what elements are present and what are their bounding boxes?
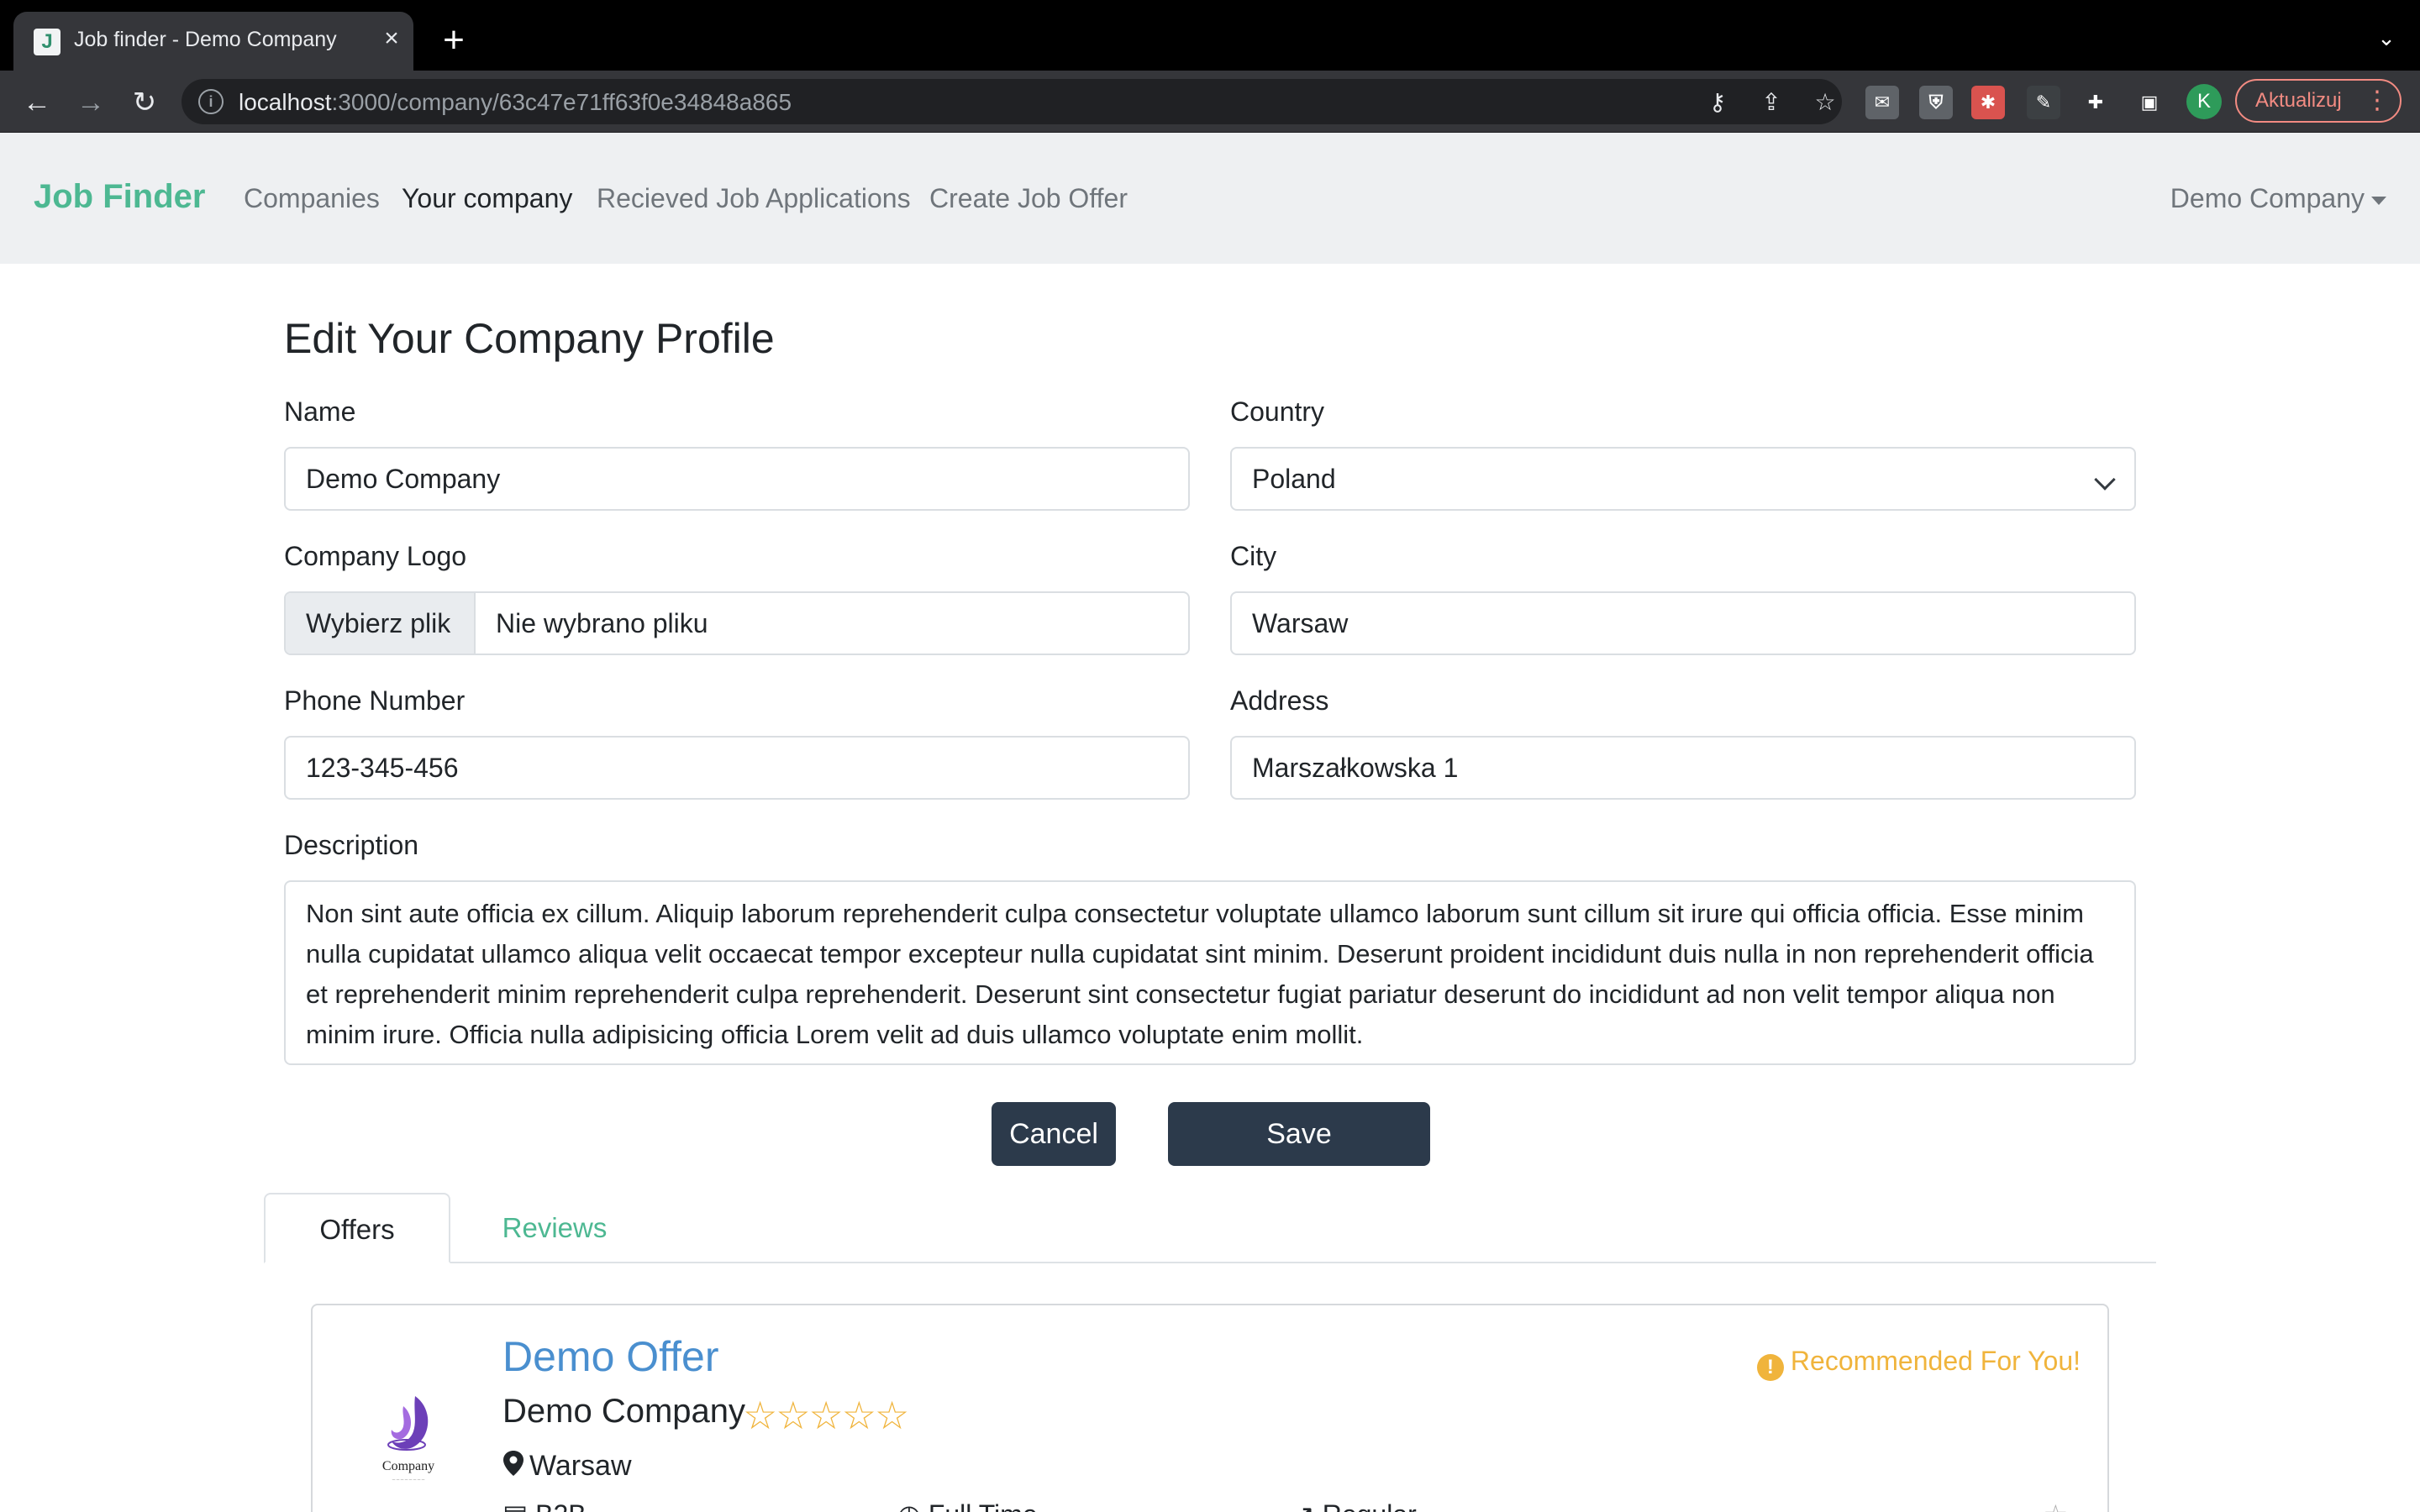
menu-dots-icon[interactable]: ⋮ (2365, 81, 2390, 121)
url-path: :3000/company/63c47e71ff63f0e34848a865 (331, 89, 792, 115)
contract-type: ▤ B2B (502, 1499, 587, 1512)
chart-line-icon: ↗ (1292, 1499, 1323, 1512)
share-icon[interactable]: ⇪ (1756, 87, 1786, 118)
pen-extension-icon[interactable]: ✎ (2027, 86, 2060, 119)
file-status-text: Nie wybrano pliku (496, 608, 708, 638)
svg-text:_ _ _ _ _ _ _ _: _ _ _ _ _ _ _ _ (392, 1475, 425, 1480)
back-arrow-icon[interactable]: ← (20, 86, 54, 119)
tab-search-chevron-icon[interactable]: ⌄ (2371, 25, 2402, 55)
tab-offers[interactable]: Offers (264, 1193, 450, 1263)
puzzle-extensions-icon[interactable]: ✚ (2079, 86, 2112, 119)
mail-extension-icon[interactable]: ✉ (1865, 86, 1899, 119)
nav-link-create-job-offer[interactable]: Create Job Offer (929, 183, 1128, 214)
rating-stars-icon: ☆☆☆☆☆ (743, 1394, 909, 1437)
cancel-button[interactable]: Cancel (992, 1102, 1116, 1166)
new-tab-icon[interactable]: + (437, 22, 471, 59)
document-icon: ▤ (502, 1499, 535, 1512)
phone-label: Phone Number (284, 685, 466, 716)
name-input[interactable]: Demo Company (284, 447, 1190, 511)
tab-reviews[interactable]: Reviews (487, 1193, 622, 1263)
offer-card[interactable]: Company _ _ _ _ _ _ _ _ Demo Offer Demo … (311, 1304, 2109, 1512)
url-text[interactable]: localhost:3000/company/63c47e71ff63f0e34… (239, 89, 792, 116)
brand-logo[interactable]: Job Finder (34, 178, 205, 216)
profile-avatar[interactable]: K (2186, 84, 2222, 119)
city-input[interactable]: Warsaw (1230, 591, 2136, 655)
page-title: Edit Your Company Profile (284, 315, 775, 362)
app-navbar: Job Finder Companies Your company Reciev… (0, 133, 2420, 264)
nav-link-received-applications[interactable]: Recieved Job Applications (597, 183, 911, 214)
user-menu-label: Demo Company (2170, 183, 2365, 213)
update-label: Aktualizuj (2255, 89, 2342, 112)
browser-tab[interactable]: J Job finder - Demo Company × (13, 12, 413, 71)
red-extension-icon[interactable]: ✱ (1971, 86, 2005, 119)
site-info-icon[interactable]: i (198, 89, 224, 114)
offer-location: Warsaw (502, 1450, 632, 1483)
tab-close-icon[interactable]: × (376, 24, 407, 54)
tab-title: Job finder - Demo Company (74, 28, 337, 51)
address-input[interactable]: Marszałkowska 1 (1230, 736, 2136, 800)
svg-text:Company: Company (382, 1459, 434, 1473)
name-label: Name (284, 396, 356, 427)
offer-city-text: Warsaw (529, 1450, 632, 1482)
country-select[interactable]: Poland (1230, 447, 2136, 511)
favorite-star-icon[interactable]: ☆ (2044, 1499, 2068, 1512)
browser-tab-strip: J Job finder - Demo Company × + ⌄ (0, 0, 2420, 71)
experience-level-text: Regular (1323, 1499, 1417, 1512)
exclamation-circle-icon: ! (1756, 1354, 1784, 1381)
address-bar[interactable]: i localhost:3000/company/63c47e71ff63f0e… (182, 79, 1842, 124)
user-menu-dropdown[interactable]: Demo Company (2170, 183, 2386, 214)
address-label: Address (1230, 685, 1329, 716)
offer-title-link[interactable]: Demo Offer (502, 1332, 719, 1381)
city-label: City (1230, 541, 1277, 571)
company-logo-image: Company _ _ _ _ _ _ _ _ (382, 1396, 434, 1480)
forward-arrow-icon[interactable]: → (74, 86, 108, 119)
url-host: localhost (239, 89, 332, 115)
reload-icon[interactable]: ↻ (128, 86, 161, 119)
experience-level: ↗ Regular (1292, 1499, 1417, 1512)
offer-company-name: Demo Company (502, 1393, 746, 1430)
company-logo-file-input[interactable]: Wybierz plik Nie wybrano pliku (284, 591, 1190, 655)
company-logo-label: Company Logo (284, 541, 467, 571)
work-time: ◷ Full Time (897, 1499, 1038, 1512)
clock-icon: ◷ (897, 1499, 929, 1512)
update-button[interactable]: Aktualizuj ⋮ (2235, 79, 2402, 123)
recommended-badge: ! Recommended For You! (1756, 1346, 2081, 1381)
country-label: Country (1230, 396, 1325, 427)
nav-link-your-company[interactable]: Your company (402, 183, 572, 214)
work-time-text: Full Time (929, 1499, 1038, 1512)
tab-favicon-icon: J (34, 29, 60, 55)
description-textarea[interactable]: Non sint aute officia ex cillum. Aliquip… (284, 880, 2136, 1065)
nav-link-companies[interactable]: Companies (244, 183, 380, 214)
key-icon[interactable]: ⚷ (1702, 87, 1733, 118)
shield-extension-icon[interactable]: ⛨ (1919, 86, 1953, 119)
caret-down-icon (2371, 196, 2386, 205)
bookmark-star-icon[interactable]: ☆ (1810, 87, 1840, 118)
phone-input[interactable]: 123-345-456 (284, 736, 1190, 800)
chevron-down-icon (2094, 469, 2116, 491)
side-panel-icon[interactable]: ▣ (2133, 86, 2166, 119)
map-pin-icon (503, 1451, 523, 1476)
country-selected-value: Poland (1252, 464, 1336, 494)
description-label: Description (284, 830, 419, 860)
choose-file-button[interactable]: Wybierz plik (286, 593, 476, 654)
save-button[interactable]: Save (1168, 1102, 1430, 1166)
recommended-text: Recommended For You! (1790, 1346, 2081, 1376)
contract-type-text: B2B (535, 1499, 586, 1512)
